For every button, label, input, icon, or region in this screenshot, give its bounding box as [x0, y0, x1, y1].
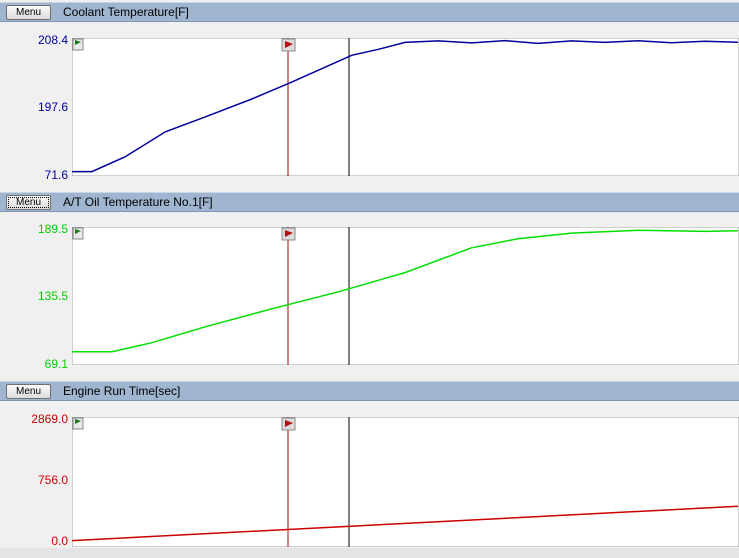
runtime-menu-button[interactable]: Menu [6, 384, 51, 399]
runtime-ytick-mid: 756.0 [37, 473, 68, 487]
coolant-plot [72, 38, 739, 176]
runtime-titlebar: Menu Engine Run Time[sec] [0, 381, 739, 401]
atoil-title: A/T Oil Temperature No.1[F] [63, 195, 213, 209]
runtime-title: Engine Run Time[sec] [63, 384, 181, 398]
coolant-ytick-max: 208.4 [37, 33, 68, 47]
runtime-ytick-max: 2869.0 [31, 412, 68, 426]
atoil-plot-area [72, 227, 739, 365]
coolant-ytick-mid: 197.6 [37, 100, 68, 114]
atoil-ytick-max: 189.5 [37, 222, 68, 236]
runtime-start-flag-icon[interactable] [72, 417, 84, 430]
atoil-ytick-min: 69.1 [44, 357, 68, 371]
atoil-ytick-mid: 135.5 [37, 289, 68, 303]
atoil-plot [72, 227, 739, 365]
coolant-ytick-min: 71.6 [44, 168, 68, 182]
coolant-marker-flag-icon[interactable] [281, 38, 296, 52]
coolant-start-flag-icon[interactable] [72, 38, 84, 51]
coolant-panel: Menu Coolant Temperature[F] 208.4 197.6 … [0, 0, 739, 188]
coolant-title: Coolant Temperature[F] [63, 5, 189, 19]
coolant-titlebar: Menu Coolant Temperature[F] [0, 2, 739, 22]
atoil-menu-button[interactable]: Menu [6, 195, 51, 210]
atoil-start-flag-icon[interactable] [72, 227, 84, 240]
runtime-marker-flag-icon[interactable] [281, 417, 296, 431]
atoil-marker-flag-icon[interactable] [281, 227, 296, 241]
atoil-titlebar: Menu A/T Oil Temperature No.1[F] [0, 192, 739, 212]
coolant-menu-button[interactable]: Menu [6, 5, 51, 20]
runtime-ytick-min: 0.0 [51, 534, 68, 548]
time-axis-strip [0, 548, 739, 558]
runtime-panel: Menu Engine Run Time[sec] 2869.0 756.0 0… [0, 378, 739, 548]
coolant-plot-area [72, 38, 739, 176]
atoil-panel: Menu A/T Oil Temperature No.1[F] 189.5 1… [0, 189, 739, 377]
runtime-plot-area [72, 417, 739, 547]
runtime-plot [72, 417, 739, 547]
